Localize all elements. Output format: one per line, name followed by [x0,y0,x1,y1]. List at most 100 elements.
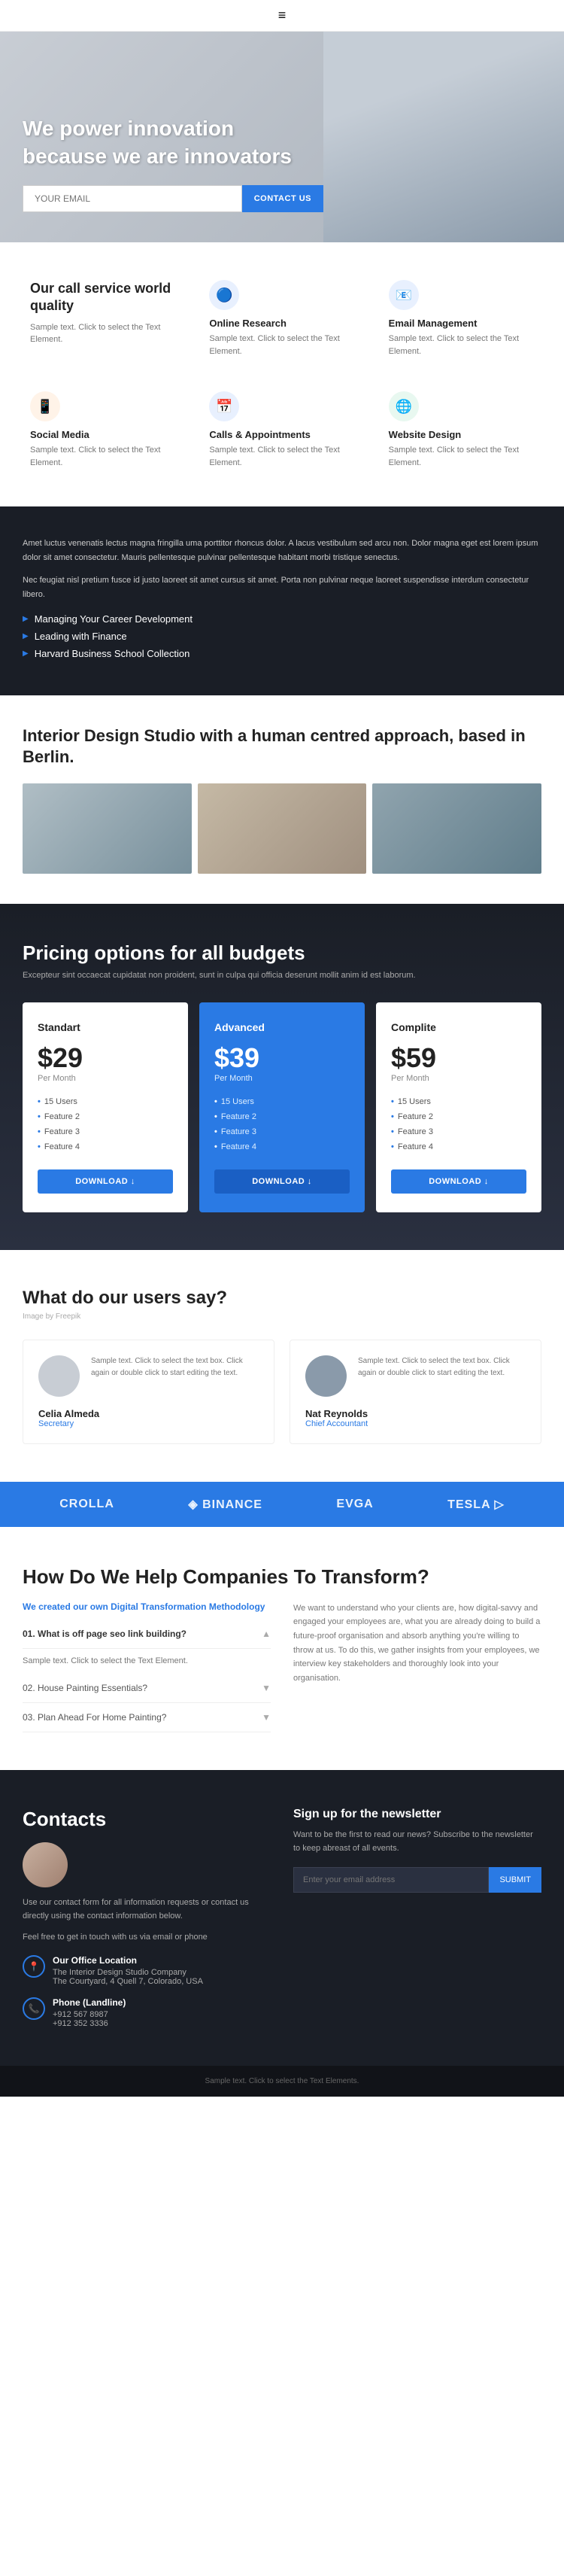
pricing-title: Pricing options for all budgets [23,941,541,965]
hero-email-input[interactable] [23,185,242,212]
plan-name-standart: Standart [38,1021,173,1033]
brand-crolla: CROLLA [59,1498,114,1511]
plan-features-standart: 15 Users Feature 2 Feature 3 Feature 4 [38,1094,173,1154]
accordion-title-2: 02. House Painting Essentials? [23,1683,147,1693]
dark-paragraph-1: Amet luctus venenatis lectus magna fring… [23,537,541,564]
office-label: Our Office Location [53,1955,203,1966]
office-line2: The Courtyard, 4 Quell 7, Colorado, USA [53,1977,203,1986]
feature-standart-3: Feature 3 [38,1124,173,1139]
office-line1: The Interior Design Studio Company [53,1968,203,1977]
phone-number-1: +912 567 8987 [53,2010,126,2019]
newsletter-section: Sign up for the newsletter Want to be th… [293,1808,541,2028]
portfolio-section: Interior Design Studio with a human cent… [0,695,564,904]
brand-binance: ◈ BINANCE [188,1497,262,1512]
newsletter-email-input[interactable] [293,1867,489,1893]
dark-paragraph-2: Nec feugiat nisl pretium fusce id justo … [23,573,541,601]
hero-image [323,32,564,242]
phone-label: Phone (Landline) [53,1997,126,2008]
pricing-card-complite: Complite $59 Per Month 15 Users Feature … [376,1002,541,1212]
testimonial-top-2: Sample text. Click to select the text bo… [305,1355,526,1397]
testimonial-role-2: Chief Accountant [305,1419,526,1428]
plan-price-advanced: $39 [214,1042,350,1074]
calls-title: Calls & Appointments [209,429,354,440]
testimonial-card-1: Sample text. Click to select the text bo… [23,1340,274,1444]
brand-tesla: TESLA ▷ [447,1497,505,1512]
hero-section: We power innovation because we are innov… [0,32,564,242]
feature-advanced-2: Feature 2 [214,1109,350,1124]
download-button-advanced[interactable]: Download ↓ [214,1169,350,1194]
feature-complite-1: 15 Users [391,1094,526,1109]
dark-list: Managing Your Career Development Leading… [23,613,541,659]
accordion-item-3[interactable]: 03. Plan Ahead For Home Painting? ▼ [23,1703,271,1732]
accordion-item-1[interactable]: 01. What is off page seo link building? … [23,1620,271,1649]
plan-price-standart: $29 [38,1042,173,1074]
contacts-section: Contacts Use our contact form for all in… [0,1770,564,2066]
footer: Sample text. Click to select the Text El… [0,2066,564,2097]
testimonial-card-2: Sample text. Click to select the text bo… [290,1340,541,1444]
contacts-description: Use our contact form for all information… [23,1896,271,1923]
email-management-icon: 📧 [389,280,419,310]
newsletter-submit-button[interactable]: SUBMIT [489,1867,541,1893]
testimonial-role-1: Secretary [38,1419,259,1428]
feature-standart-4: Feature 4 [38,1139,173,1154]
hamburger-icon[interactable]: ≡ [278,8,287,23]
service-online-research: 🔵 Online Research Sample text. Click to … [202,272,362,365]
newsletter-form: SUBMIT [293,1867,541,1893]
contact-phone-info: Phone (Landline) +912 567 8987 +912 352 … [53,1997,126,2028]
testimonial-top-1: Sample text. Click to select the text bo… [38,1355,259,1397]
plan-name-advanced: Advanced [214,1021,350,1033]
testimonial-cards: Sample text. Click to select the text bo… [23,1340,541,1444]
feature-advanced-1: 15 Users [214,1094,350,1109]
hero-contact-button[interactable]: CONTACT US [242,185,323,212]
feature-advanced-4: Feature 4 [214,1139,350,1154]
image-credit: Image by Freepik [23,1312,541,1321]
pricing-subtitle: Excepteur sint occaecat cupidatat non pr… [23,971,541,980]
dark-list-item-2: Leading with Finance [23,631,541,642]
transform-grid: We created our own Digital Transformatio… [23,1601,541,1733]
testimonial-avatar-1 [38,1355,80,1397]
accordion-item-2[interactable]: 02. House Painting Essentials? ▼ [23,1674,271,1703]
testimonial-text-2: Sample text. Click to select the text bo… [358,1355,526,1397]
portfolio-image-2 [198,783,367,874]
header: ≡ [0,0,564,32]
hero-title: We power innovation because we are innov… [23,115,323,170]
accordion-arrow-1: ▲ [262,1629,271,1639]
feature-complite-4: Feature 4 [391,1139,526,1154]
plan-period-complite: Per Month [391,1074,526,1083]
feature-complite-3: Feature 3 [391,1124,526,1139]
testimonials-section: What do our users say? Image by Freepik … [0,1250,564,1482]
social-media-text: Sample text. Click to select the Text El… [30,444,175,469]
download-button-complite[interactable]: Download ↓ [391,1169,526,1194]
website-design-icon: 🌐 [389,391,419,421]
service-website-design: 🌐 Website Design Sample text. Click to s… [381,384,541,476]
social-media-icon: 📱 [30,391,60,421]
dark-section: Amet luctus venenatis lectus magna fring… [0,506,564,695]
testimonial-avatar-2 [305,1355,347,1397]
testimonial-name-2: Nat Reynolds [305,1408,526,1419]
feature-complite-2: Feature 2 [391,1109,526,1124]
dark-list-item-3: Harvard Business School Collection [23,648,541,659]
service-calls: 📅 Calls & Appointments Sample text. Clic… [202,384,362,476]
brand-evga: EVGA [336,1498,373,1511]
transform-left: We created our own Digital Transformatio… [23,1601,271,1733]
hero-person-image [323,32,564,242]
accordion-content-1: Sample text. Click to select the Text El… [23,1649,271,1674]
testimonial-name-1: Celia Almeda [38,1408,259,1419]
testimonials-title: What do our users say? [23,1288,541,1309]
contacts-left: Contacts Use our contact form for all in… [23,1808,271,2028]
phone-icon: 📞 [23,1997,45,2020]
services-section: Our call service world quality Sample te… [0,242,564,506]
contacts-extra: Feel free to get in touch with us via em… [23,1931,271,1945]
accordion-title-3: 03. Plan Ahead For Home Painting? [23,1712,166,1723]
download-button-standart[interactable]: Download ↓ [38,1169,173,1194]
transform-subtitle: We created our own Digital Transformatio… [23,1601,271,1612]
feature-advanced-3: Feature 3 [214,1124,350,1139]
plan-features-advanced: 15 Users Feature 2 Feature 3 Feature 4 [214,1094,350,1154]
accordion-title-1: 01. What is off page seo link building? [23,1629,186,1639]
calls-icon: 📅 [209,391,239,421]
contacts-grid: Contacts Use our contact form for all in… [23,1808,541,2028]
testimonial-text-1: Sample text. Click to select the text bo… [91,1355,259,1397]
online-research-text: Sample text. Click to select the Text El… [209,333,354,357]
brands-section: CROLLA ◈ BINANCE EVGA TESLA ▷ [0,1482,564,1527]
pricing-card-advanced: Advanced $39 Per Month 15 Users Feature … [199,1002,365,1212]
